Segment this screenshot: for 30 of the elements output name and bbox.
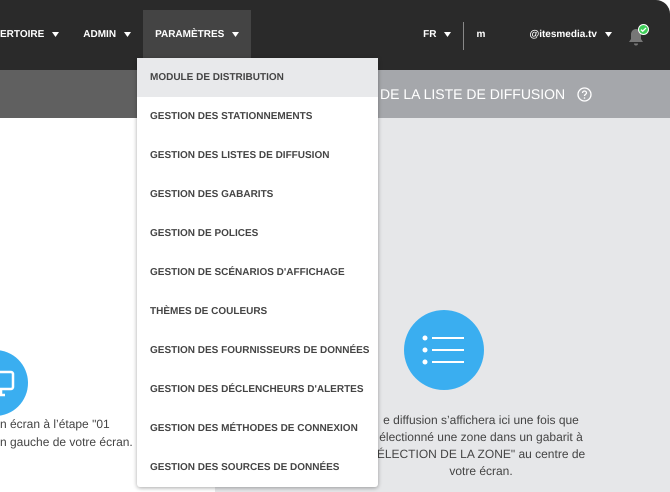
nav-menu-item[interactable]: PARAMÈTRES (143, 10, 252, 58)
instruction-text: n gauche de votre écran. (0, 434, 133, 451)
dropdown-menu-item[interactable]: THÈMES DE COULEURS (137, 292, 378, 331)
caret-icon (124, 32, 132, 36)
account-menu[interactable]: @itesmedia.tv (529, 10, 628, 58)
instruction-text: e diffusion s’affichera ici une fois que (383, 412, 579, 429)
instruction-text: ÉLECTION DE LA ZONE" au centre de (376, 446, 586, 463)
instruction-text: n écran à l’étape "01 (0, 416, 110, 433)
dropdown-menu-item[interactable]: GESTION DES FOURNISSEURS DE DONNÉES (137, 331, 378, 370)
language-selector[interactable]: FR (423, 10, 464, 58)
panel-title: DE LA LISTE DE DIFFUSION (380, 84, 566, 104)
dropdown-menu-item[interactable]: GESTION DE POLICES (137, 214, 378, 253)
dropdown-menu-item[interactable]: GESTION DES SOURCES DE DONNÉES (137, 448, 378, 487)
caret-icon (605, 32, 612, 36)
dropdown-menu-item[interactable]: GESTION DES MÉTHODES DE CONNEXION (137, 409, 378, 448)
instruction-text: votre écran. (449, 463, 513, 480)
dropdown-menu-item[interactable]: GESTION DE SCÉNARIOS D'AFFICHAGE (137, 253, 378, 292)
nav-menu-item[interactable]: ERTOIRE (0, 10, 72, 58)
dropdown-menu-item[interactable]: MODULE DE DISTRIBUTION (137, 58, 378, 97)
dropdown-menu-item[interactable]: GESTION DES GABARITS (137, 175, 378, 214)
dropdown-menu-item[interactable]: GESTION DES STATIONNEMENTS (137, 97, 378, 136)
dropdown-menu-item[interactable]: GESTION DES DÉCLENCHEURS D'ALERTES (137, 370, 378, 409)
notification-bell-icon[interactable] (628, 28, 644, 46)
caret-icon (232, 32, 240, 36)
user-initial: m (475, 28, 486, 42)
caret-icon (52, 32, 60, 36)
dropdown-menu-item[interactable]: GESTION DES LISTES DE DIFFUSION (137, 136, 378, 175)
nav-menu-item[interactable]: ADMIN (71, 10, 144, 58)
instruction-text: électionné une zone dans un gabarit à (379, 429, 583, 446)
caret-icon (444, 32, 452, 36)
